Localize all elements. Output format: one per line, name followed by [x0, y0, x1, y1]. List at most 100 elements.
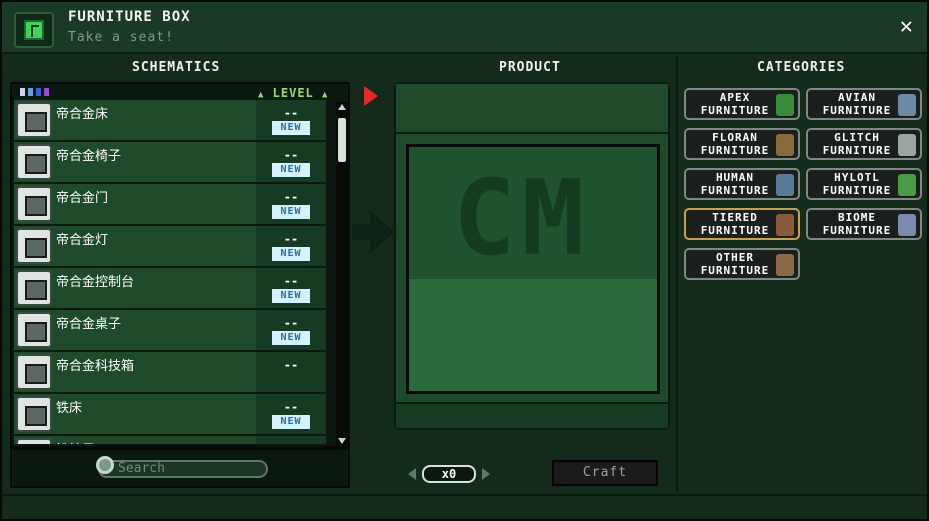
- schematic-level-cell: [256, 436, 326, 444]
- category-sublabel: FURNITURE: [822, 144, 892, 157]
- rarity-filter[interactable]: [20, 88, 49, 96]
- other-icon: [776, 254, 794, 276]
- category-floran-button[interactable]: FLORAN FURNITURE: [684, 128, 800, 160]
- category-glitch-button[interactable]: GLITCH FURNITURE: [806, 128, 922, 160]
- scroll-thumb[interactable]: [338, 118, 346, 162]
- schematics-scrollbar[interactable]: [336, 102, 348, 446]
- new-badge: NEW: [272, 289, 310, 303]
- tiered-icon: [776, 214, 794, 236]
- rarity-filter-swatch[interactable]: [20, 88, 25, 96]
- schematic-row[interactable]: 帝合金椅子 -- NEW: [14, 142, 326, 182]
- new-badge: NEW: [272, 415, 310, 429]
- schematic-row[interactable]: 铁床 -- NEW: [14, 394, 326, 434]
- schematic-level-cell: -- NEW: [256, 226, 326, 266]
- product-preview: CM: [406, 144, 660, 394]
- category-other-button[interactable]: OTHER FURNITURE: [684, 248, 800, 280]
- product-header: PRODUCT: [499, 60, 561, 75]
- level-header-label: LEVEL: [272, 86, 314, 100]
- category-label: BIOME: [837, 211, 877, 224]
- schematic-level: --: [283, 358, 299, 372]
- product-panel: CM: [394, 82, 670, 430]
- schematic-level-cell: -- NEW: [256, 142, 326, 182]
- increase-quantity-icon[interactable]: [482, 468, 490, 480]
- schematic-row[interactable]: 帝合金控制台 -- NEW: [14, 268, 326, 308]
- window-footer: [2, 494, 927, 519]
- close-button[interactable]: ✕: [900, 16, 913, 38]
- schematics-header: SCHEMATICS: [132, 60, 221, 75]
- schematic-name: 帝合金控制台: [56, 275, 135, 290]
- category-avian-button[interactable]: AVIAN FURNITURE: [806, 88, 922, 120]
- schematic-row[interactable]: 帝合金门 -- NEW: [14, 184, 326, 224]
- schematic-level-cell: -- NEW: [256, 184, 326, 224]
- new-badge: NEW: [272, 205, 310, 219]
- level-sort-header[interactable]: ▲ LEVEL ▲: [258, 86, 328, 100]
- categories-header: CATEGORIES: [757, 60, 846, 75]
- rarity-filter-swatch[interactable]: [36, 88, 41, 96]
- schematic-level: --: [283, 232, 299, 246]
- schematic-name: 帝合金桌子: [56, 317, 122, 332]
- category-label: FLORAN: [712, 131, 758, 144]
- schematic-level-cell: -- NEW: [256, 394, 326, 434]
- search-box: Search: [10, 448, 350, 488]
- schematic-level: --: [283, 106, 299, 120]
- category-label: OTHER: [715, 251, 755, 264]
- floran-icon: [776, 134, 794, 156]
- schematic-level: --: [283, 316, 299, 330]
- new-badge: NEW: [272, 121, 310, 135]
- schematic-level: --: [283, 190, 299, 204]
- search-placeholder: Search: [118, 461, 165, 476]
- decrease-quantity-icon[interactable]: [408, 468, 416, 480]
- schematic-level: --: [283, 274, 299, 288]
- window-title: FURNITURE BOX: [68, 9, 191, 25]
- schematic-row[interactable]: 帝合金科技箱 --: [14, 352, 326, 392]
- schematic-row[interactable]: 帝合金桌子 -- NEW: [14, 310, 326, 350]
- rarity-filter-swatch[interactable]: [44, 88, 49, 96]
- rarity-filter-swatch[interactable]: [28, 88, 33, 96]
- category-label: APEX: [719, 91, 751, 104]
- category-sublabel: FURNITURE: [700, 264, 770, 277]
- schematic-level-cell: -- NEW: [256, 268, 326, 308]
- category-biome-button[interactable]: BIOME FURNITURE: [806, 208, 922, 240]
- apex-icon: [776, 94, 794, 116]
- schematic-level-cell: --: [256, 352, 326, 392]
- bed-icon: [16, 396, 52, 432]
- category-sublabel: FURNITURE: [700, 104, 770, 117]
- category-sublabel: FURNITURE: [822, 104, 892, 117]
- schematic-name: 铁床: [56, 401, 83, 416]
- new-badge: NEW: [272, 331, 310, 345]
- schematic-name: 帝合金科技箱: [56, 359, 135, 374]
- sort-up-icon: ▲: [258, 90, 265, 100]
- schematic-name: 帝合金椅子: [56, 149, 122, 164]
- schematic-level: --: [283, 148, 299, 162]
- window-subtitle: Take a seat!: [68, 30, 174, 45]
- category-sublabel: FURNITURE: [700, 144, 770, 157]
- selection-pointer-icon: [364, 86, 378, 106]
- sort-up-icon: ▲: [322, 90, 329, 100]
- category-apex-button[interactable]: APEX FURNITURE: [684, 88, 800, 120]
- furniture-box-window: FURNITURE BOX Take a seat! ✕ SCHEMATICS …: [0, 0, 929, 521]
- category-label: TIERED: [712, 211, 758, 224]
- scroll-up-icon[interactable]: [338, 104, 346, 110]
- category-sublabel: FURNITURE: [700, 224, 770, 237]
- schematic-level-cell: -- NEW: [256, 310, 326, 350]
- category-hylotl-button[interactable]: HYLOTL FURNITURE: [806, 168, 922, 200]
- table-icon: [16, 312, 52, 348]
- schematic-row[interactable]: 帝合金灯 -- NEW: [14, 226, 326, 266]
- category-human-button[interactable]: HUMAN FURNITURE: [684, 168, 800, 200]
- schematics-panel: ▲ LEVEL ▲ 帝合金床 -- NEW 帝合金椅子 -- NEW 帝合金门 -- NEW 帝合…: [10, 82, 350, 448]
- column-divider: [676, 56, 678, 492]
- product-bottom-bar: [396, 402, 668, 428]
- title-bar: FURNITURE BOX Take a seat! ✕: [2, 2, 927, 54]
- schematic-row[interactable]: 帝合金床 -- NEW: [14, 100, 326, 140]
- chair-icon: [16, 144, 52, 180]
- category-tiered-button[interactable]: TIERED FURNITURE: [684, 208, 800, 240]
- scroll-down-icon[interactable]: [338, 438, 346, 444]
- hylotl-icon: [898, 174, 916, 196]
- category-sublabel: FURNITURE: [700, 184, 770, 197]
- craft-button[interactable]: Craft: [552, 460, 658, 486]
- quantity-field[interactable]: x0: [422, 465, 476, 483]
- avian-icon: [898, 94, 916, 116]
- schematic-name: 帝合金灯: [56, 233, 109, 248]
- schematic-row[interactable]: 铁椅子: [14, 436, 326, 444]
- product-placeholder: CM: [453, 157, 591, 279]
